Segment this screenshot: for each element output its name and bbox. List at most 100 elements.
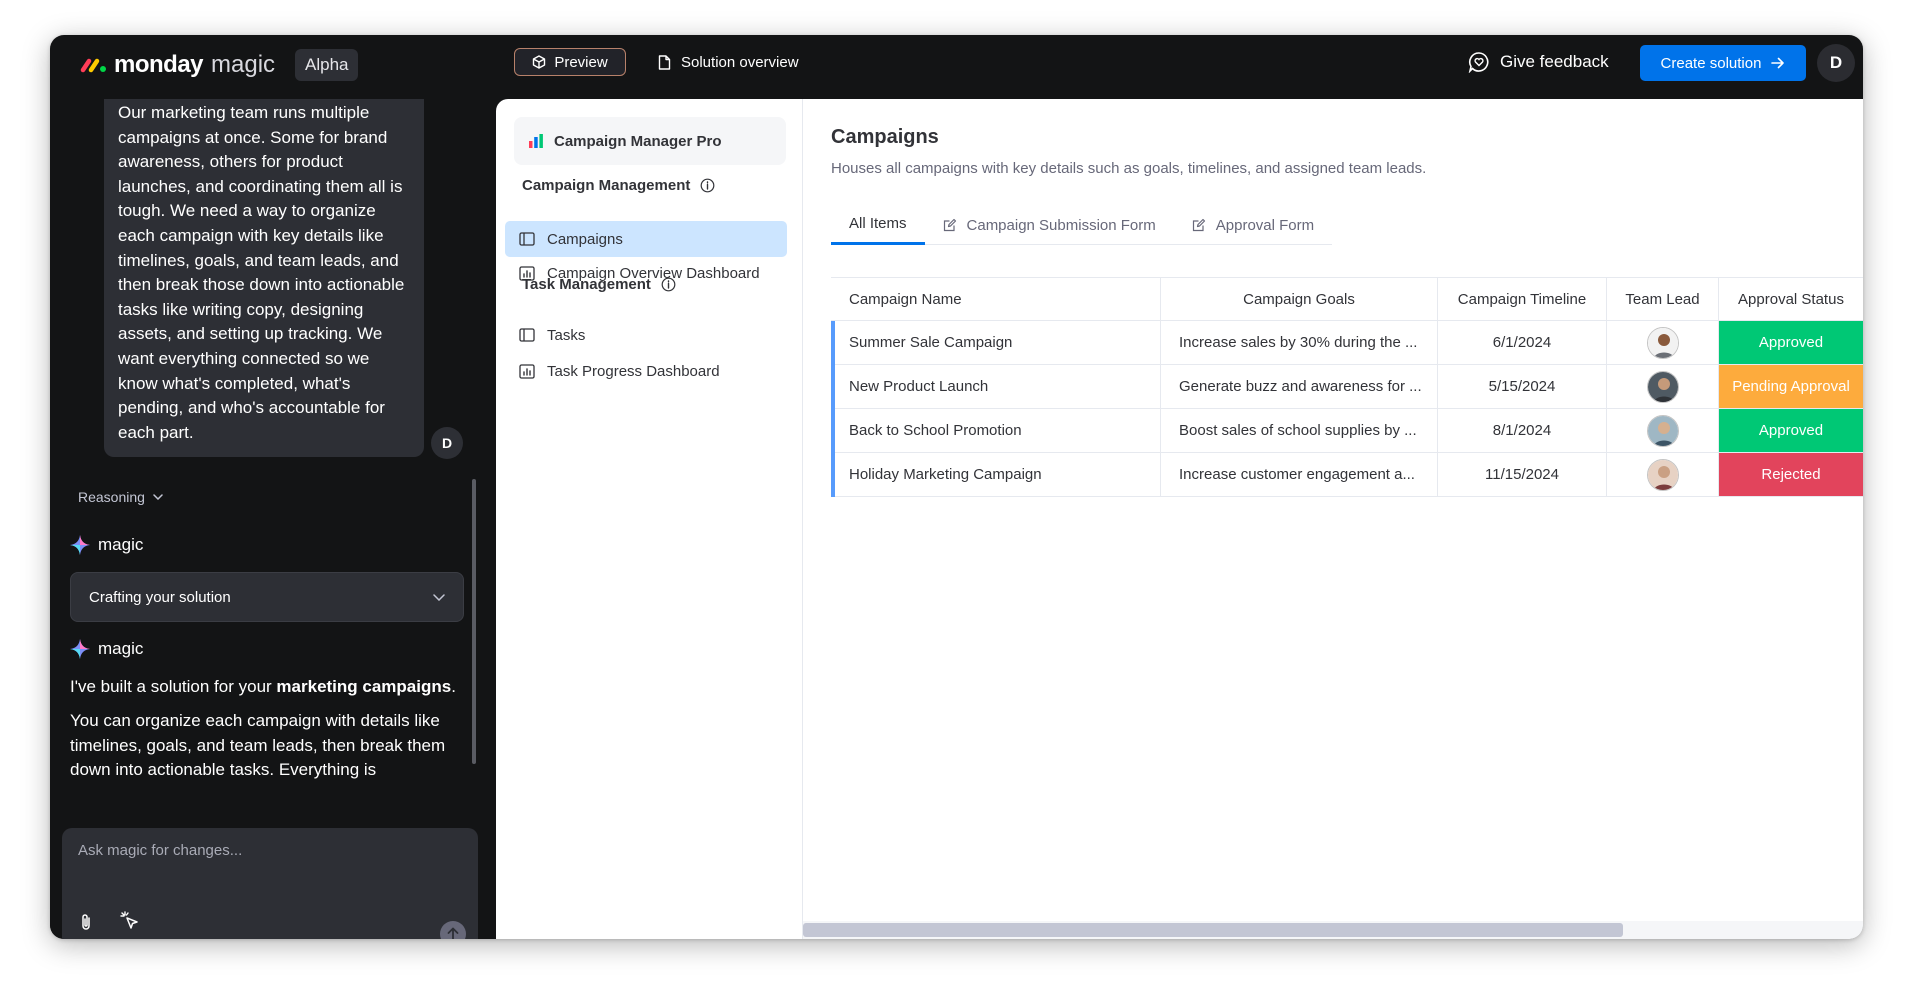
- tab-campaign-submission-form[interactable]: Campaign Submission Form: [925, 205, 1174, 245]
- table-row[interactable]: Back to School Promotion Boost sales of …: [831, 409, 1863, 453]
- section-title: Campaign Management: [522, 177, 691, 194]
- user-avatar[interactable]: D: [1817, 44, 1855, 82]
- cell-campaign-name[interactable]: Back to School Promotion: [831, 409, 1161, 452]
- send-button[interactable]: [440, 921, 466, 939]
- table-row[interactable]: Holiday Marketing Campaign Increase cust…: [831, 453, 1863, 497]
- select-pointer-icon[interactable]: [120, 911, 140, 931]
- reply-prefix: I've built a solution for your: [70, 677, 277, 696]
- app-window: monday magic Alpha Preview Solution over…: [50, 35, 1863, 939]
- column-header-campaign-goals[interactable]: Campaign Goals: [1161, 278, 1438, 320]
- ask-magic-input[interactable]: [78, 842, 458, 859]
- tab-label: All Items: [849, 215, 907, 232]
- cell-campaign-goal[interactable]: Boost sales of school supplies by ...: [1161, 409, 1438, 452]
- cell-campaign-name[interactable]: New Product Launch: [831, 365, 1161, 408]
- magic-reply-intro: I've built a solution for your marketing…: [70, 675, 470, 700]
- team-lead-avatar: [1646, 326, 1679, 359]
- preview-label: Preview: [554, 53, 608, 71]
- column-header-campaign-name[interactable]: Campaign Name: [831, 278, 1161, 320]
- form-edit-icon: [943, 218, 956, 232]
- view-tabs: All Items Campaign Submission Form Appro…: [831, 205, 1333, 245]
- give-feedback-label: Give feedback: [1500, 52, 1609, 71]
- column-header-team-lead[interactable]: Team Lead: [1607, 278, 1719, 320]
- create-solution-label: Create solution: [1660, 54, 1762, 72]
- nav-section-task-management-title: Task Management: [522, 276, 676, 293]
- nav-section-campaign-management: Campaign Management: [522, 177, 715, 194]
- chevron-down-icon: [433, 593, 445, 601]
- sparkle-icon: [70, 535, 90, 555]
- cell-campaign-timeline[interactable]: 5/15/2024: [1438, 365, 1607, 408]
- cell-team-lead[interactable]: [1607, 453, 1719, 496]
- board-icon: [519, 232, 535, 246]
- person-avatar-icon: [1647, 459, 1678, 490]
- arrow-up-icon: [447, 927, 459, 939]
- reasoning-label: Reasoning: [78, 489, 145, 505]
- top-bar: monday magic Alpha Preview Solution over…: [50, 35, 1863, 99]
- nav-item-campaigns[interactable]: Campaigns: [505, 221, 787, 257]
- info-icon[interactable]: [661, 277, 676, 292]
- cell-team-lead[interactable]: [1607, 409, 1719, 452]
- cell-campaign-goal[interactable]: Increase sales by 30% during the ...: [1161, 321, 1438, 364]
- app-preview-panel: Campaign Manager Pro Campaign Management…: [496, 99, 1863, 939]
- nav-item-task-progress-dashboard[interactable]: Task Progress Dashboard: [505, 353, 787, 389]
- status-badge[interactable]: Approved: [1719, 321, 1863, 364]
- chat-scrollbar[interactable]: [472, 479, 476, 764]
- cell-campaign-timeline[interactable]: 6/1/2024: [1438, 321, 1607, 364]
- cell-campaign-timeline[interactable]: 11/15/2024: [1438, 453, 1607, 496]
- paperclip-icon[interactable]: [80, 913, 92, 931]
- user-message-avatar: D: [431, 427, 463, 459]
- person-avatar-icon: [1647, 415, 1678, 446]
- column-header-approval-status[interactable]: Approval Status: [1719, 278, 1863, 320]
- monday-magic-logo[interactable]: monday magic: [80, 51, 275, 79]
- tab-approval-form[interactable]: Approval Form: [1174, 205, 1332, 245]
- cell-team-lead[interactable]: [1607, 365, 1719, 408]
- horizontal-scrollbar: [803, 921, 1863, 939]
- reply-bold: marketing campaigns: [276, 677, 452, 696]
- bar-chart-icon: [529, 134, 543, 148]
- create-solution-button[interactable]: Create solution: [1640, 45, 1806, 81]
- magic-sender-label: magic: [70, 535, 143, 555]
- table-row[interactable]: New Product Launch Generate buzz and awa…: [831, 365, 1863, 409]
- table-row[interactable]: Summer Sale Campaign Increase sales by 3…: [831, 321, 1863, 365]
- nav-item-tasks[interactable]: Tasks: [505, 317, 787, 353]
- tab-all-items[interactable]: All Items: [831, 205, 925, 245]
- alpha-badge: Alpha: [295, 49, 359, 81]
- tab-label: Approval Form: [1215, 216, 1315, 234]
- status-badge[interactable]: Approved: [1719, 409, 1863, 452]
- chat-heart-icon: [1468, 52, 1489, 73]
- magic-label-text: magic: [98, 535, 144, 554]
- nav-item-label: Campaigns: [547, 230, 623, 248]
- board-title: Campaigns: [831, 126, 939, 148]
- solution-overview-label: Solution overview: [681, 53, 799, 71]
- document-icon: [658, 54, 671, 70]
- magic-sender-label: magic: [70, 639, 143, 659]
- preview-button[interactable]: Preview: [514, 48, 626, 76]
- solution-overview-button[interactable]: Solution overview: [658, 48, 799, 76]
- reasoning-toggle[interactable]: Reasoning: [78, 489, 163, 505]
- board-content: Campaigns Houses all campaigns with key …: [803, 99, 1863, 939]
- crafting-solution-dropdown[interactable]: Crafting your solution: [70, 572, 464, 622]
- chat-composer: [62, 828, 478, 939]
- chevron-down-icon: [153, 494, 163, 500]
- cell-campaign-goal[interactable]: Generate buzz and awareness for ...: [1161, 365, 1438, 408]
- cell-campaign-timeline[interactable]: 8/1/2024: [1438, 409, 1607, 452]
- team-lead-avatar: [1646, 414, 1679, 447]
- team-lead-avatar: [1646, 458, 1679, 491]
- board-icon: [519, 328, 535, 342]
- status-badge[interactable]: Rejected: [1719, 453, 1863, 496]
- magic-reply-body: You can organize each campaign with deta…: [70, 711, 446, 780]
- nav-item-label: Task Progress Dashboard: [547, 362, 720, 380]
- cell-campaign-goal[interactable]: Increase customer engagement a...: [1161, 453, 1438, 496]
- team-lead-avatar: [1646, 370, 1679, 403]
- cell-campaign-name[interactable]: Summer Sale Campaign: [831, 321, 1161, 364]
- info-icon[interactable]: [700, 178, 715, 193]
- cell-team-lead[interactable]: [1607, 321, 1719, 364]
- horizontal-scrollbar-thumb[interactable]: [803, 923, 1623, 937]
- reply-suffix: .: [451, 677, 456, 696]
- column-header-campaign-timeline[interactable]: Campaign Timeline: [1438, 278, 1607, 320]
- status-badge[interactable]: Pending Approval: [1719, 365, 1863, 408]
- app-name-card[interactable]: Campaign Manager Pro: [514, 117, 786, 165]
- crafting-label: Crafting your solution: [89, 588, 231, 606]
- cell-campaign-name[interactable]: Holiday Marketing Campaign: [831, 453, 1161, 496]
- give-feedback-button[interactable]: Give feedback: [1468, 51, 1609, 73]
- form-edit-icon: [1192, 218, 1205, 232]
